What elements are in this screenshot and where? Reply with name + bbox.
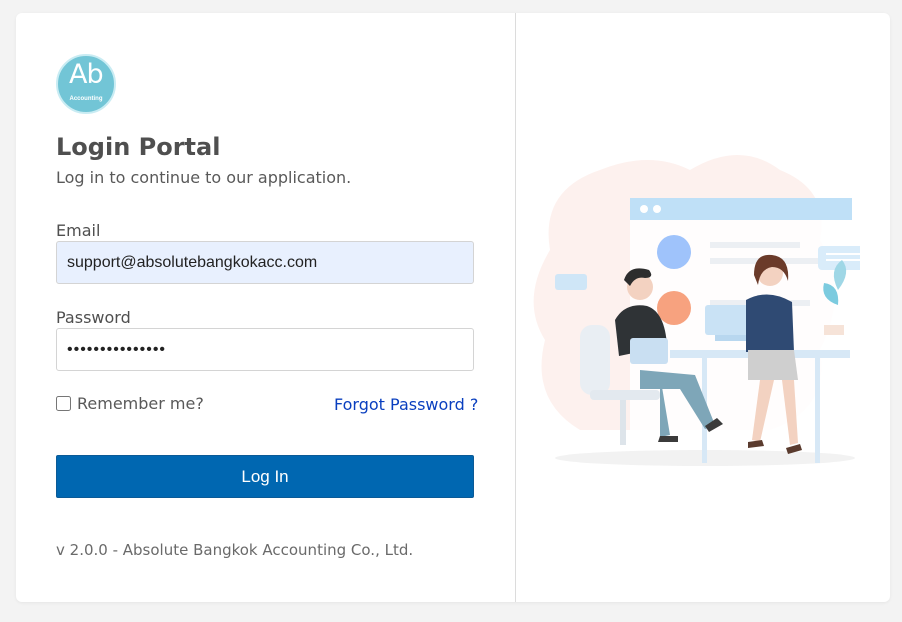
- page-subtitle: Log in to continue to our application.: [56, 168, 352, 187]
- company-logo: Ab Accounting: [56, 54, 116, 114]
- version-footer: v 2.0.0 - Absolute Bangkok Accounting Co…: [56, 541, 414, 559]
- password-field[interactable]: [56, 328, 474, 371]
- logo-caption: Accounting: [69, 96, 103, 102]
- panel-divider: [515, 13, 516, 602]
- remember-me-checkbox[interactable]: [56, 396, 71, 411]
- email-label: Email: [56, 221, 101, 240]
- logo-letters: Ab: [69, 59, 104, 90]
- remember-me-label: Remember me?: [77, 394, 204, 413]
- remember-me[interactable]: Remember me?: [56, 394, 204, 413]
- password-label: Password: [56, 308, 131, 327]
- office-workers-illustration: [533, 155, 860, 466]
- page-title: Login Portal: [56, 133, 221, 161]
- forgot-password-link[interactable]: Forgot Password ?: [334, 395, 478, 414]
- email-field[interactable]: [56, 241, 474, 284]
- login-panel: Ab Accounting Login Portal Log in to con…: [16, 13, 515, 602]
- login-button[interactable]: Log In: [56, 455, 474, 498]
